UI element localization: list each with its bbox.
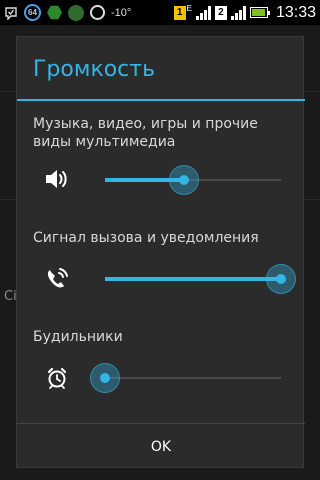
alarm-volume-slider[interactable] — [90, 362, 281, 394]
alarm-volume-label: Будильники — [33, 329, 123, 345]
dialog-title: Громкость — [33, 57, 156, 82]
green-circle-app-icon — [68, 4, 84, 21]
battery-icon — [249, 7, 270, 18]
notification-check-icon — [4, 6, 18, 20]
ringer-volume-slider[interactable] — [105, 263, 296, 295]
slider-thumb[interactable] — [90, 363, 120, 393]
status-bar: 64 -10° 1 E 2 13:33 — [0, 0, 320, 25]
speaker-icon — [43, 165, 71, 193]
green-hex-app-icon — [47, 5, 62, 20]
slider-fill — [105, 277, 281, 281]
ringer-volume-label: Сигнал вызова и уведомления — [33, 230, 259, 246]
slider-track — [105, 377, 281, 379]
signal-bars-icon — [195, 5, 211, 20]
title-divider — [17, 99, 305, 101]
radio-64-icon: 64 — [24, 4, 41, 21]
temperature-readout: -10° — [111, 6, 132, 19]
slider-thumb[interactable] — [169, 165, 200, 195]
media-volume-label: Музыка, видео, игры и прочие виды мульти… — [33, 116, 258, 150]
phone-ring-icon — [43, 264, 71, 292]
sync-ring-icon — [90, 5, 105, 20]
signal-bars-2-icon — [230, 5, 246, 20]
volume-dialog: Громкость Музыка, видео, игры и прочие в… — [16, 36, 305, 469]
slider-thumb[interactable] — [266, 264, 296, 294]
clock: 13:33 — [275, 3, 316, 21]
sim2-icon: 2 — [214, 5, 227, 20]
ok-button[interactable]: OK — [17, 424, 305, 469]
media-volume-slider[interactable] — [105, 164, 281, 196]
background-text-fragment: Сі — [4, 289, 17, 304]
sim1-network-type: E — [186, 4, 192, 13]
sim1-icon: 1 — [173, 5, 186, 20]
alarm-clock-icon — [43, 364, 71, 392]
